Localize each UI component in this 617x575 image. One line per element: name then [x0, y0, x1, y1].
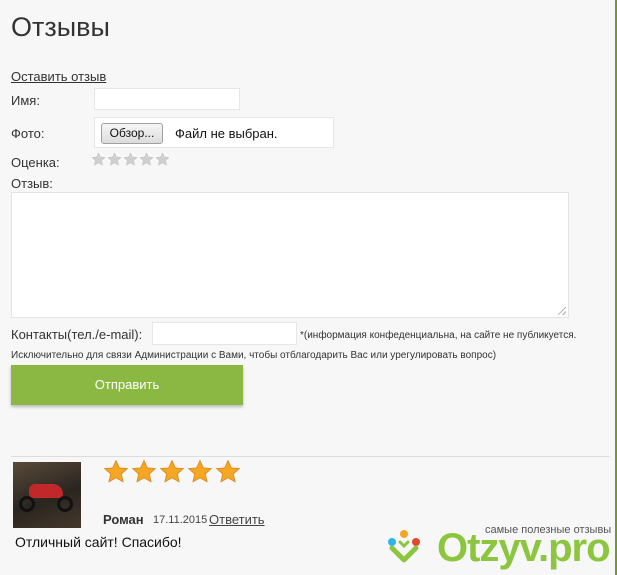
review-text: Отличный сайт! Спасибо!: [15, 534, 182, 550]
star-empty-icon[interactable]: [107, 152, 122, 167]
rating-label: Оценка:: [11, 155, 60, 170]
page-title: Отзывы: [11, 12, 110, 42]
leave-review-link[interactable]: Оставить отзыв: [11, 69, 106, 84]
star-filled-icon: [131, 459, 157, 483]
star-filled-icon: [159, 459, 185, 483]
page-frame: Отзывы Оставить отзыв Имя: Фото: Обзор..…: [0, 0, 617, 575]
star-empty-icon[interactable]: [155, 152, 170, 167]
review-rating-stars: [103, 459, 241, 485]
review-author: Роман: [103, 512, 144, 527]
contacts-input[interactable]: [152, 322, 297, 345]
divider: [11, 456, 610, 457]
file-status: Файл не выбран.: [175, 126, 278, 141]
contacts-note: *(информация конфеденциальна, на сайте н…: [300, 330, 577, 341]
reply-link[interactable]: Ответить: [209, 512, 265, 527]
submit-button[interactable]: Отправить: [11, 365, 243, 405]
rating-stars-input[interactable]: [91, 152, 170, 167]
avatar: [13, 462, 81, 528]
photo-file-input[interactable]: Обзор... Файл не выбран.: [94, 117, 334, 148]
photo-label: Фото:: [11, 126, 45, 141]
star-filled-icon: [215, 459, 241, 483]
wheel-shape: [19, 496, 35, 512]
motorcycle-shape: [29, 484, 63, 498]
contacts-note-continued: Исключительно для связи Администрации с …: [11, 350, 497, 361]
wheel-shape: [57, 496, 73, 512]
review-date: 17.11.2015: [153, 514, 208, 526]
review-label: Отзыв:: [11, 176, 53, 191]
star-filled-icon: [187, 459, 213, 483]
name-input[interactable]: [94, 88, 240, 110]
otzyv-logo-icon: [388, 530, 420, 563]
star-empty-icon[interactable]: [139, 152, 154, 167]
name-label: Имя:: [11, 93, 40, 108]
resize-grip-icon[interactable]: [558, 307, 566, 315]
watermark-logo-text: Otzyv.pro: [437, 526, 611, 570]
star-filled-icon: [103, 459, 129, 483]
review-textarea[interactable]: [11, 192, 569, 318]
star-empty-icon[interactable]: [123, 152, 138, 167]
browse-button[interactable]: Обзор...: [101, 123, 163, 144]
contacts-label: Контакты(тел./e-mail):: [11, 327, 143, 342]
star-empty-icon[interactable]: [91, 152, 106, 167]
